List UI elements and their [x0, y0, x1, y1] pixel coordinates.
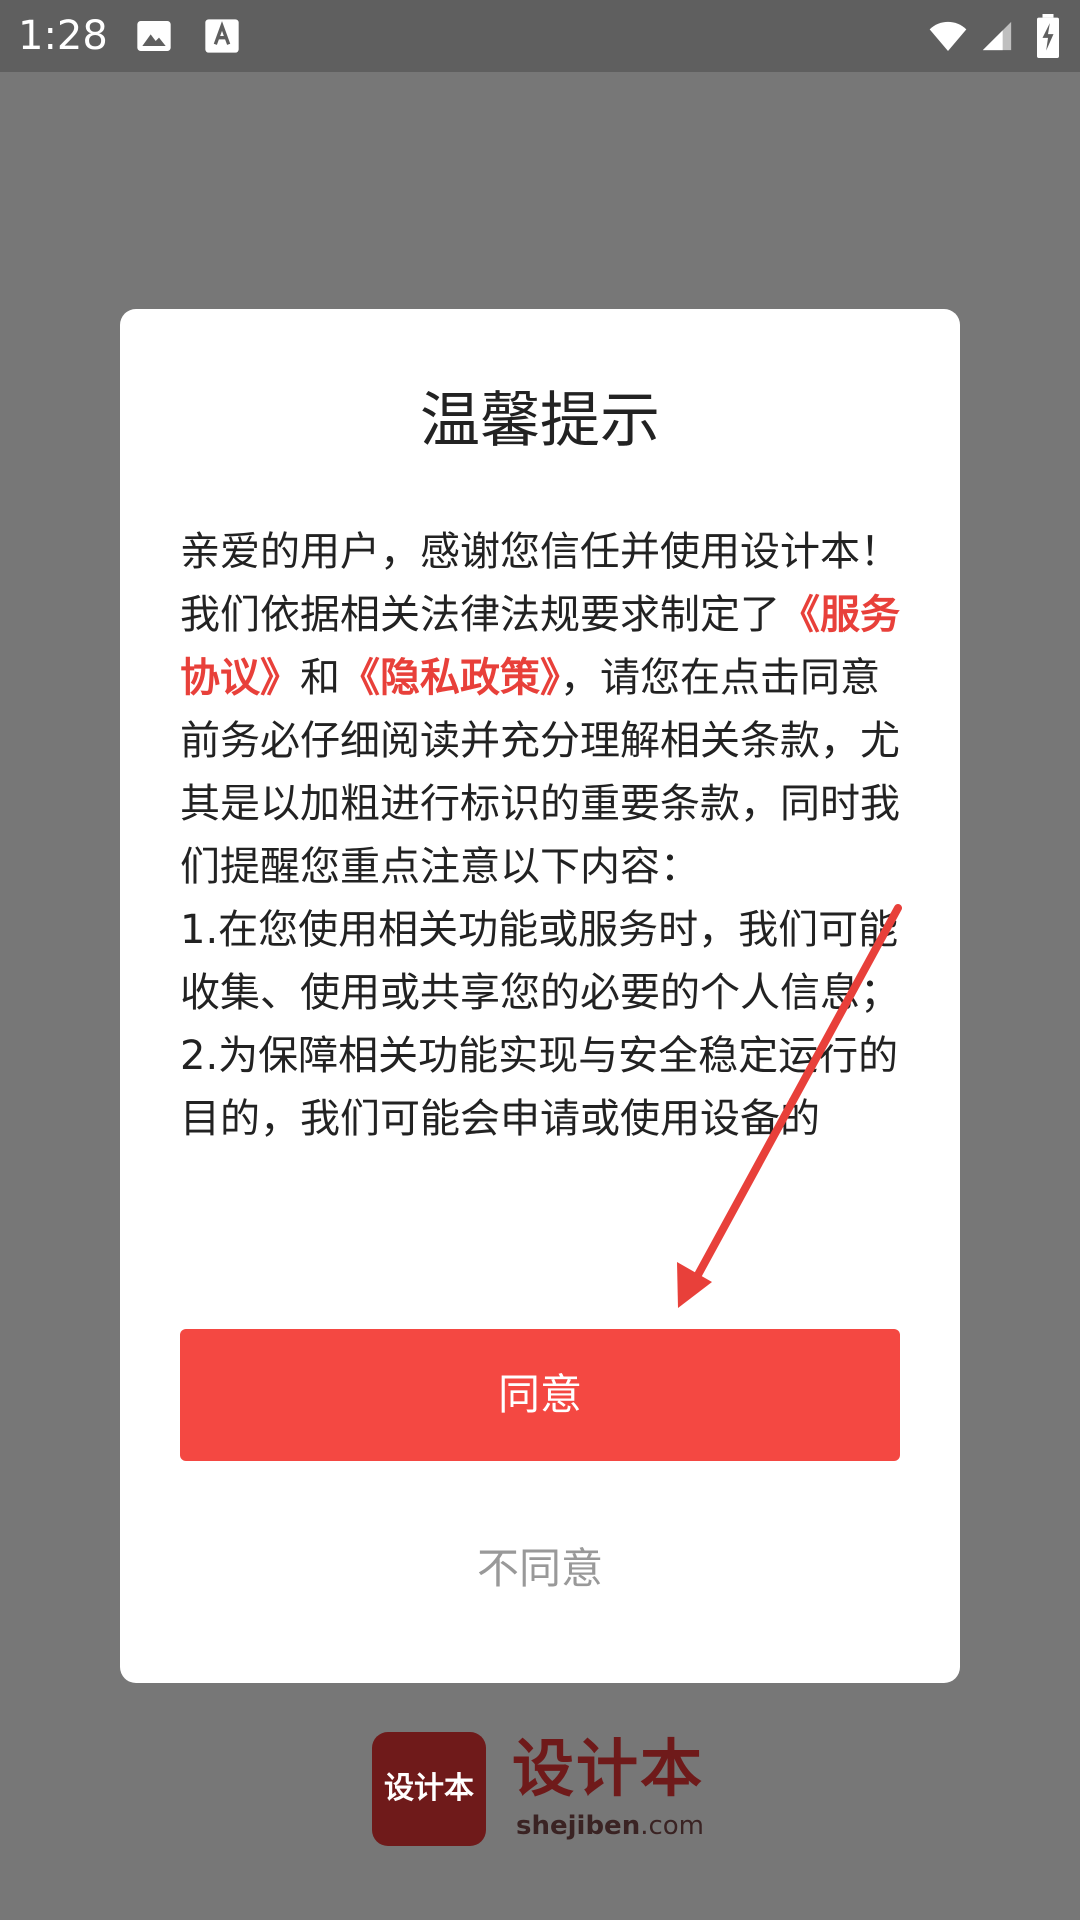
agree-button[interactable]: 同意 — [180, 1329, 900, 1461]
keyboard-a-icon — [202, 16, 242, 56]
status-time: 1:28 — [18, 13, 108, 59]
watermark-domain-bold: shejiben — [516, 1811, 641, 1841]
signal-icon — [980, 16, 1014, 56]
privacy-dialog: 温馨提示 亲爱的用户，感谢您信任并使用设计本！我们依据相关法律法规要求制定了《服… — [120, 309, 960, 1683]
disagree-button[interactable]: 不同意 — [180, 1529, 900, 1609]
image-icon — [134, 16, 174, 56]
shejiben-watermark: 设计本 设计本 shejiben.com — [372, 1732, 732, 1848]
battery-charging-icon — [1034, 14, 1062, 58]
watermark-brand-name: 设计本 — [512, 1732, 705, 1805]
watermark-domain-suffix: .com — [640, 1811, 704, 1841]
and-text: 和 — [300, 655, 340, 701]
wifi-icon — [924, 16, 972, 56]
intro-paragraph: 亲爱的用户，感谢您信任并使用设计本！我们依据相关法律法规要求制定了《服务协议》和… — [180, 521, 900, 899]
status-bar: 1:28 — [0, 0, 1080, 72]
privacy-policy-link[interactable]: 《隐私政策》 — [340, 655, 560, 701]
dialog-body[interactable]: 亲爱的用户，感谢您信任并使用设计本！我们依据相关法律法规要求制定了《服务协议》和… — [180, 521, 900, 1239]
notice-item-1: 1.在您使用相关功能或服务时，我们可能收集、使用或共享您的必要的个人信息； — [180, 907, 900, 1016]
dialog-title: 温馨提示 — [420, 386, 660, 456]
notice-item-2: 2.为保障相关功能实现与安全稳定运行的目的，我们可能会申请或使用设备的 — [180, 1033, 899, 1142]
watermark-domain: shejiben.com — [516, 1810, 704, 1842]
watermark-badge: 设计本 — [372, 1732, 486, 1846]
